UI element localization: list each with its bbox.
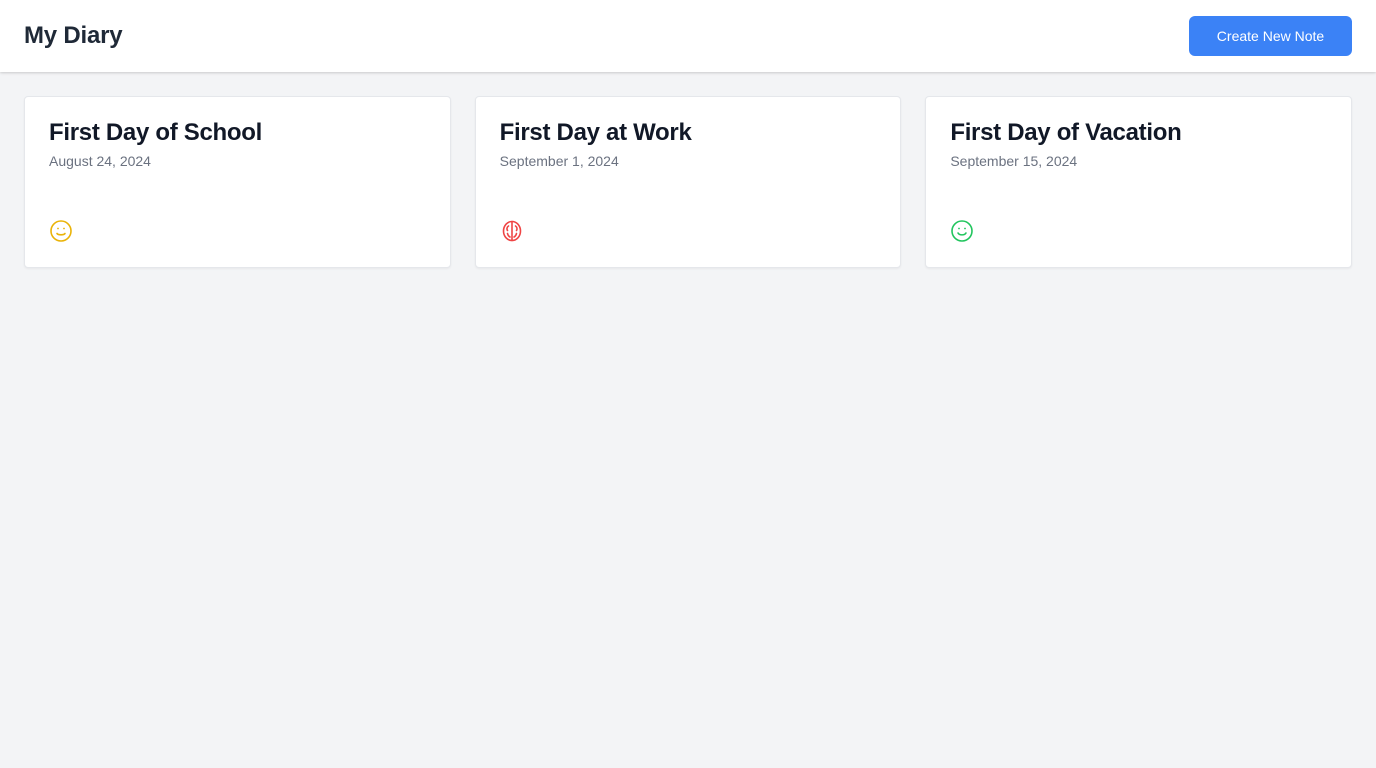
create-note-button[interactable]: Create New Note [1189, 16, 1352, 56]
note-card[interactable]: First Day of Vacation September 15, 2024 [925, 96, 1352, 268]
note-title: First Day at Work [499, 119, 692, 146]
app-header: My Diary Create New Note [0, 0, 1376, 72]
page-title: My Diary [24, 22, 123, 49]
note-card[interactable]: First Day at Work September 1, 2024 [474, 96, 902, 268]
note-card[interactable]: First Day of School August 24, 2024 [24, 96, 451, 268]
note-title: First Day of Vacation [950, 119, 1182, 146]
note-date: August 24, 2024 [49, 153, 151, 169]
note-date: September 15, 2024 [950, 153, 1078, 169]
note-date: September 1, 2024 [499, 153, 619, 169]
note-title: First Day of School [49, 119, 262, 146]
notes-grid: First Day of School August 24, 2024 Firs… [24, 96, 1352, 268]
smile-icon [50, 220, 72, 242]
smile-icon [951, 220, 974, 242]
brain-icon [502, 220, 521, 242]
